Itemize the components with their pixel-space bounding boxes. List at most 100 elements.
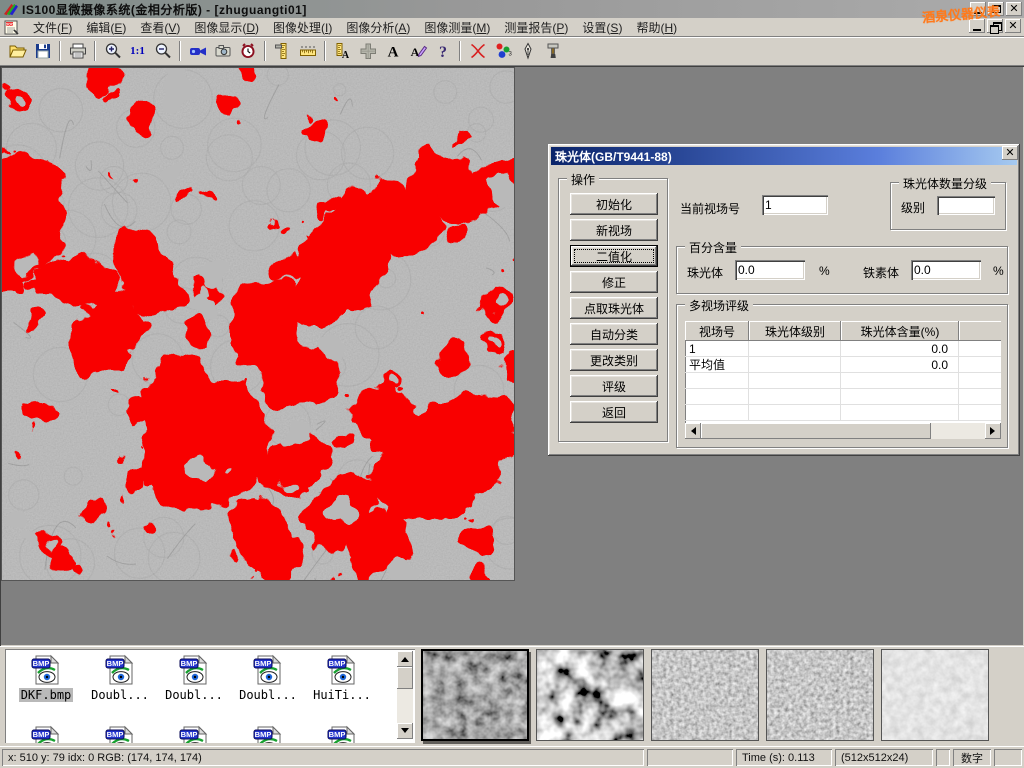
file-item[interactable] xyxy=(9,725,83,743)
menu-edit[interactable]: 编辑(E) xyxy=(79,17,133,38)
scroll-up-button[interactable] xyxy=(397,651,413,667)
vscroll-thumb[interactable] xyxy=(397,667,413,689)
thumbnail-2[interactable] xyxy=(536,649,644,741)
dialog-titlebar[interactable]: 珠光体(GB/T9441-88) xyxy=(551,147,1017,165)
classify-button[interactable]: 3 xyxy=(490,39,515,63)
thumbnail-1[interactable] xyxy=(421,649,529,741)
print-button[interactable] xyxy=(65,39,90,63)
col-field[interactable]: 视场号 xyxy=(685,321,749,341)
binarize-button[interactable]: 二值化 xyxy=(570,245,658,267)
table-row[interactable]: 1 0.0 xyxy=(685,341,1001,357)
file-item[interactable]: DKF.bmp xyxy=(9,654,83,702)
menu-image-processing[interactable]: 图像处理(I) xyxy=(266,17,339,38)
file-item[interactable]: HuiTi... xyxy=(305,654,379,702)
window-minimize-button[interactable] xyxy=(970,2,986,16)
open-button[interactable] xyxy=(5,39,30,63)
thumbnail-4[interactable] xyxy=(766,649,874,741)
pen-tool-button[interactable] xyxy=(515,39,540,63)
file-item[interactable] xyxy=(305,725,379,743)
file-item[interactable]: Doubl... xyxy=(231,654,305,702)
zoom-out-button[interactable] xyxy=(150,39,175,63)
dialog-title: 珠光体(GB/T9441-88) xyxy=(555,148,672,165)
menu-help[interactable]: 帮助(H) xyxy=(629,17,684,38)
grid-cross-button[interactable] xyxy=(355,39,380,63)
rating-table[interactable]: 视场号 珠光体级别 珠光体含量(%) 铁素体 1 0.0 平均值 0.0 xyxy=(685,321,1001,439)
bmp-file-icon xyxy=(252,654,284,686)
child-restore-button[interactable] xyxy=(987,19,1003,33)
rate-button[interactable]: 评级 xyxy=(570,375,658,397)
pearlite-percent-input[interactable] xyxy=(735,260,805,280)
multi-field-group: 多视场评级 视场号 珠光体级别 珠光体含量(%) 铁素体 1 0.0 平均值 xyxy=(676,304,1008,448)
col-grade[interactable]: 珠光体级别 xyxy=(749,321,841,341)
file-item[interactable]: Doubl... xyxy=(83,654,157,702)
zoom-in-button[interactable] xyxy=(100,39,125,63)
text-button[interactable]: A xyxy=(380,39,405,63)
child-minimize-button[interactable] xyxy=(969,19,985,33)
file-label[interactable]: Doubl... xyxy=(237,688,299,702)
col-pearlite[interactable]: 珠光体含量(%) xyxy=(841,321,959,341)
titlebar: IS100显微摄像系统(金相分析版) - [zhuguangti01] ✕ xyxy=(0,0,1024,18)
table-hscrollbar[interactable] xyxy=(685,423,1001,439)
correct-button[interactable]: 修正 xyxy=(570,271,658,293)
file-item[interactable] xyxy=(83,725,157,743)
thumbnail-3[interactable] xyxy=(651,649,759,741)
scroll-right-button[interactable] xyxy=(985,423,1001,439)
menu-file[interactable]: 文件(F) xyxy=(26,17,79,38)
window-maximize-button[interactable] xyxy=(988,2,1004,16)
file-item[interactable]: Doubl... xyxy=(157,654,231,702)
file-label[interactable]: Doubl... xyxy=(163,688,225,702)
help-button[interactable]: ? xyxy=(430,39,455,63)
annotate-button[interactable]: A xyxy=(405,39,430,63)
grid-cross-icon xyxy=(358,41,378,61)
init-button[interactable]: 初始化 xyxy=(570,193,658,215)
classify-icon: 3 xyxy=(493,41,513,61)
timer-button[interactable] xyxy=(235,39,260,63)
scroll-left-button[interactable] xyxy=(685,423,701,439)
dialog-close-button[interactable]: ✕ xyxy=(1002,146,1018,160)
percent-group: 百分含量 珠光体 % 铁素体 % xyxy=(676,246,1008,294)
return-button[interactable]: 返回 xyxy=(570,401,658,423)
file-label[interactable]: HuiTi... xyxy=(311,688,373,702)
change-class-button[interactable]: 更改类别 xyxy=(570,349,658,371)
actual-size-button[interactable]: 1:1 xyxy=(125,39,150,63)
child-close-button[interactable]: ✕ xyxy=(1005,19,1021,33)
grade-group: 珠光体数量分级 级别 xyxy=(890,182,1006,230)
pick-pearlite-button[interactable]: 点取珠光体 xyxy=(570,297,658,319)
menu-image-analysis[interactable]: 图像分析(A) xyxy=(339,17,417,38)
current-field-input[interactable] xyxy=(762,195,828,215)
table-row[interactable]: 平均值 0.0 xyxy=(685,357,1001,373)
file-vscrollbar[interactable] xyxy=(397,651,413,739)
col-ferrite[interactable]: 铁素体 xyxy=(959,321,1001,341)
curve-tool-button[interactable] xyxy=(465,39,490,63)
menu-settings[interactable]: 设置(S) xyxy=(575,17,629,38)
scroll-down-button[interactable] xyxy=(397,723,413,739)
ferrite-percent-input[interactable] xyxy=(911,260,981,280)
table-row-empty xyxy=(685,373,1001,389)
micrograph-image[interactable] xyxy=(2,68,514,580)
file-browser[interactable]: DKF.bmp Doubl... Doubl... Doubl... HuiTi… xyxy=(5,649,415,743)
grade-input[interactable] xyxy=(937,196,995,215)
window-close-button[interactable]: ✕ xyxy=(1006,2,1022,16)
video-capture-button[interactable] xyxy=(185,39,210,63)
measure-text-icon: A xyxy=(333,41,353,61)
ops-group-label: 操作 xyxy=(567,171,599,188)
file-label[interactable]: Doubl... xyxy=(89,688,151,702)
photo-capture-button[interactable] xyxy=(210,39,235,63)
measure-text-button[interactable]: A xyxy=(330,39,355,63)
thumbnail-5[interactable] xyxy=(881,649,989,741)
file-item[interactable] xyxy=(231,725,305,743)
bmp-file-icon xyxy=(104,654,136,686)
new-field-button[interactable]: 新视场 xyxy=(570,219,658,241)
brush-tool-button[interactable] xyxy=(540,39,565,63)
file-item[interactable] xyxy=(157,725,231,743)
menu-image-measure[interactable]: 图像测量(M) xyxy=(417,17,497,38)
file-label[interactable]: DKF.bmp xyxy=(19,688,74,702)
auto-classify-button[interactable]: 自动分类 xyxy=(570,323,658,345)
menu-view[interactable]: 查看(V) xyxy=(133,17,187,38)
hscroll-thumb[interactable] xyxy=(701,423,931,439)
ruler-button[interactable] xyxy=(295,39,320,63)
menu-measure-report[interactable]: 测量报告(P) xyxy=(497,17,575,38)
menu-image-display[interactable]: 图像显示(D) xyxy=(187,17,266,38)
save-button[interactable] xyxy=(30,39,55,63)
caliper-button[interactable] xyxy=(270,39,295,63)
